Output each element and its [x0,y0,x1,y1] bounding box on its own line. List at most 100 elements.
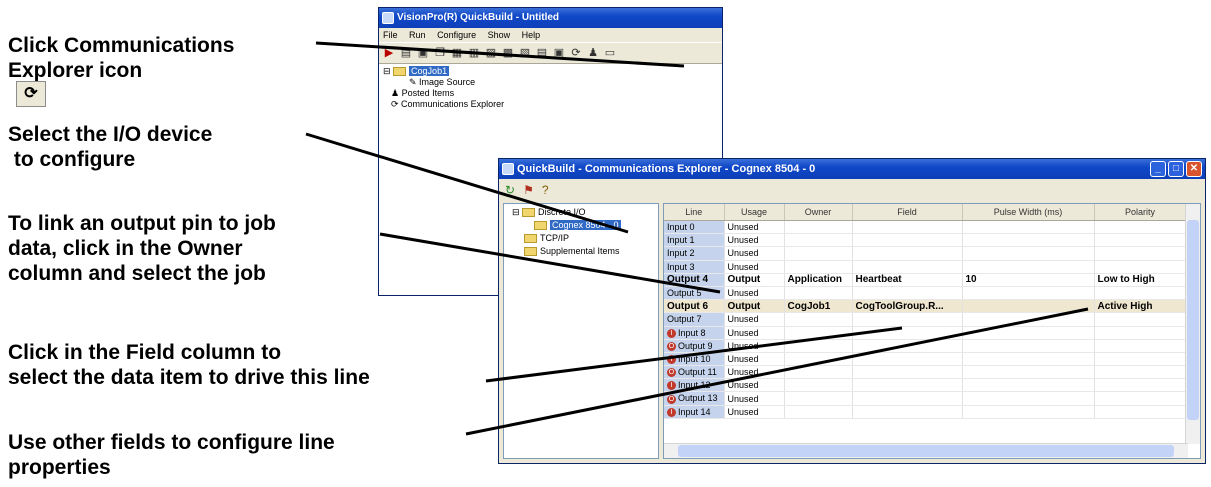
pulse-width-cell[interactable] [962,299,1095,314]
pulse-width-cell[interactable] [962,326,1095,340]
table-row[interactable]: Output 4 Output Application Heartbeat 10 Low … [664,273,1187,287]
menu-help[interactable]: Help [522,30,541,40]
refresh-icon[interactable]: ↻ [505,183,515,197]
line-cell[interactable]: Output 6 [664,299,725,314]
table-row[interactable]: Output 7 Unused [664,312,1187,327]
polarity-cell[interactable]: Active High [1094,299,1187,314]
line-cell[interactable]: O Output 11 [664,365,725,380]
pulse-width-cell[interactable] [962,405,1095,419]
pulse-width-cell[interactable] [962,365,1095,380]
polarity-cell[interactable] [1094,365,1187,380]
owner-cell[interactable] [784,246,853,261]
table-row[interactable]: I Input 14 Unused [664,405,1187,419]
column-header-line[interactable]: Line [664,204,725,221]
minimize-button[interactable]: _ [1150,161,1166,177]
pulse-width-cell[interactable] [962,312,1095,327]
field-cell[interactable] [852,405,963,419]
table-row[interactable]: Output 6 Output CogJob1 CogToolGroup.R... Ac… [664,299,1187,314]
owner-cell[interactable] [784,391,853,406]
line-cell[interactable]: Output 4 [664,273,725,287]
usage-cell[interactable]: Unused [724,246,785,261]
maximize-button[interactable]: □ [1168,161,1184,177]
folder-icon[interactable]: ▨ [484,46,498,60]
table-row[interactable]: Output 5 Unused [664,286,1187,301]
copy-icon[interactable]: ❐ [433,46,447,60]
polarity-cell[interactable] [1094,378,1187,393]
field-cell[interactable] [852,391,963,406]
new-icon[interactable]: ▥ [467,46,481,60]
usage-cell[interactable]: Unused [724,233,785,248]
column-header-pulse-width[interactable]: Pulse Width (ms) [962,204,1095,221]
owner-cell[interactable] [784,339,853,353]
tree-item-posted-items[interactable]: ♟ Posted Items [383,88,722,99]
run-icon[interactable]: ▶ [382,46,396,60]
owner-cell[interactable] [784,220,853,235]
open-icon[interactable]: ▤ [399,46,413,60]
save-icon[interactable]: ▣ [416,46,430,60]
table-row[interactable]: O Output 13 Unused [664,391,1187,406]
pulse-width-cell[interactable] [962,286,1095,301]
table-row[interactable]: Input 0 Unused [664,220,1187,235]
usage-cell[interactable]: Unused [724,365,785,380]
field-cell[interactable]: CogToolGroup.R... [852,299,963,314]
field-cell[interactable] [852,260,963,274]
polarity-cell[interactable] [1094,339,1187,353]
usage-cell[interactable]: Unused [724,391,785,406]
polarity-cell[interactable] [1094,233,1187,248]
pulse-width-cell[interactable] [962,378,1095,393]
help-icon[interactable]: ? [542,183,549,197]
owner-cell[interactable] [784,352,853,367]
add-device-icon[interactable]: ⚑ [523,183,534,197]
table-row[interactable]: I Input 12 Unused [664,378,1187,393]
polarity-cell[interactable] [1094,326,1187,340]
owner-cell[interactable] [784,286,853,301]
owner-cell[interactable] [784,405,853,419]
line-cell[interactable]: Input 0 [664,220,725,235]
pulse-width-cell[interactable] [962,220,1095,235]
usage-cell[interactable]: Unused [724,312,785,327]
communications-explorer-button[interactable]: ⟳ [569,46,583,60]
usage-cell[interactable]: Unused [724,220,785,235]
scroll-thumb[interactable] [678,445,1174,457]
tree-item-cogjob1[interactable]: ⊟ CogJob1 [383,66,722,77]
scroll-thumb[interactable] [1187,220,1199,420]
tree-item-discrete-io[interactable]: ⊟ Discrete I/O [512,206,658,219]
owner-cell[interactable]: CogJob1 [784,299,853,314]
field-cell[interactable] [852,246,963,261]
line-cell[interactable]: Output 5 [664,286,725,301]
horizontal-scrollbar[interactable] [664,443,1188,458]
usage-cell[interactable]: Unused [724,286,785,301]
usage-cell[interactable]: Unused [724,352,785,367]
table-row[interactable]: Input 2 Unused [664,246,1187,261]
field-cell[interactable] [852,365,963,380]
field-cell[interactable] [852,378,963,393]
tree-item-cognex-8504[interactable]: Cognex 8504 - 0 [512,219,658,232]
line-cell[interactable]: Input 2 [664,246,725,261]
column-header-owner[interactable]: Owner [784,204,853,221]
line-cell[interactable]: I Input 8 [664,326,725,340]
line-cell[interactable]: Input 3 [664,260,725,274]
polarity-cell[interactable] [1094,246,1187,261]
line-cell[interactable]: I Input 10 [664,352,725,367]
posted-items-icon[interactable]: ♟ [586,46,600,60]
menu-configure[interactable]: Configure [437,30,476,40]
column-header-usage[interactable]: Usage [724,204,785,221]
polarity-cell[interactable] [1094,220,1187,235]
polarity-cell[interactable] [1094,352,1187,367]
tool-icon[interactable]: ▧ [518,46,532,60]
line-cell[interactable]: Output 7 [664,312,725,327]
field-cell[interactable] [852,339,963,353]
usage-cell[interactable]: Unused [724,260,785,274]
vertical-scrollbar[interactable] [1185,204,1200,444]
field-cell[interactable]: Heartbeat [852,273,963,287]
tree-item-tcpip[interactable]: TCP/IP [512,232,658,245]
field-cell[interactable] [852,312,963,327]
owner-cell[interactable] [784,312,853,327]
owner-cell[interactable] [784,378,853,393]
menu-file[interactable]: File [383,30,398,40]
polarity-cell[interactable] [1094,312,1187,327]
column-header-field[interactable]: Field [852,204,963,221]
pulse-width-cell[interactable] [962,339,1095,353]
field-cell[interactable] [852,326,963,340]
usage-cell[interactable]: Unused [724,339,785,353]
